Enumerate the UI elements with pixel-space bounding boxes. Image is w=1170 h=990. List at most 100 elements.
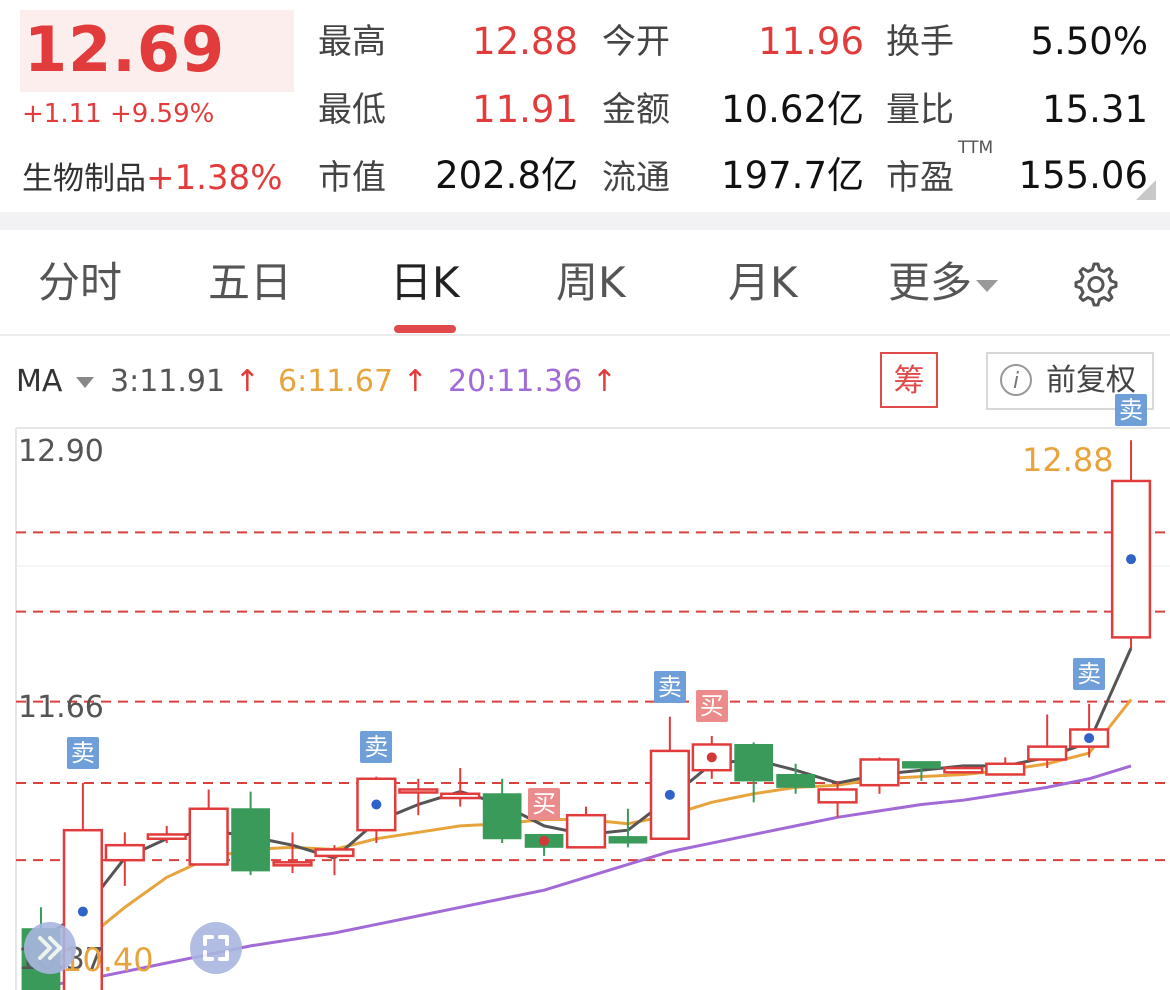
candle-body-up <box>649 749 690 841</box>
candle-body-up <box>104 843 145 862</box>
ma3-up-arrow-icon: ↑ <box>234 364 260 399</box>
sell-signal-dot <box>664 789 675 800</box>
sector-link[interactable]: 生物制品+1.38% <box>22 158 283 199</box>
quote-header: 12.69 +1.11 +9.59% 生物制品+1.38% 最高 12.88 今… <box>0 0 1170 212</box>
chevron-down-icon <box>976 279 999 292</box>
tab-more-label: 更多 <box>888 258 973 307</box>
stat-value-high: 12.88 <box>472 20 578 63</box>
ma-legend-bar: MA 3:11.91 ↑ 6:11.67 ↑ 20:11.36 ↑ 筹 i 前复… <box>0 350 1170 414</box>
stat-value-amount: 10.62亿 <box>721 88 864 131</box>
stat-label-open: 今开 <box>602 22 670 62</box>
ma3-line <box>40 647 1133 941</box>
ma6-up-arrow-icon: ↑ <box>402 364 428 399</box>
ma6-text: 6:11.67 <box>278 364 394 399</box>
candle-body-up <box>356 777 397 832</box>
stat-value-market-cap: 202.8亿 <box>435 154 578 197</box>
ma3-text: 3:11.91 <box>110 364 226 399</box>
gear-icon[interactable] <box>1068 258 1120 310</box>
candle-body-up <box>1027 745 1068 761</box>
sell-signal-dot <box>371 799 382 810</box>
candle-body-down <box>902 761 941 769</box>
tab-monthly-k[interactable]: 月K <box>728 256 798 310</box>
stat-label-volume-ratio: 量比 <box>886 90 954 130</box>
candle-body-up <box>565 813 607 849</box>
buy-signal-dot <box>539 835 550 846</box>
candle-body-up <box>1068 728 1110 748</box>
tab-five-day[interactable]: 五日 <box>208 256 292 310</box>
chip-distribution-button[interactable]: 筹 <box>880 352 938 408</box>
buy-signal-dot <box>706 752 717 763</box>
axis-mid-label: 11.66 <box>18 690 104 725</box>
candle-body-down <box>608 836 648 844</box>
expand-corner-icon[interactable] <box>1136 180 1156 200</box>
stat-value-open: 11.96 <box>758 20 864 63</box>
candle-body-up <box>817 788 858 804</box>
candle-body-up <box>146 833 187 841</box>
change-amount: +1.11 <box>22 99 102 129</box>
stat-value-volume-ratio: 15.31 <box>1042 88 1148 131</box>
candle-body-down <box>482 793 522 840</box>
sector-change: +1.38% <box>146 158 283 198</box>
candle-body-down <box>776 773 815 788</box>
ma20-text: 20:11.36 <box>448 364 583 399</box>
ma20-up-arrow-icon: ↑ <box>591 364 617 399</box>
stat-value-pe: 155.06 <box>1018 154 1148 197</box>
stat-value-low: 11.91 <box>472 88 578 131</box>
section-divider <box>0 212 1170 230</box>
caret-down-icon <box>75 377 94 388</box>
candle-body-down <box>734 743 774 782</box>
change-percent: +9.59% <box>109 99 215 129</box>
candle-body-up <box>188 807 229 866</box>
ma20-value: 20:11.36 ↑ <box>448 362 617 402</box>
period-high-label: 12.88 <box>1022 441 1114 479</box>
sector-name: 生物制品 <box>22 161 146 197</box>
stat-label-amount: 金额 <box>602 90 670 130</box>
candle-body-up <box>859 758 900 787</box>
info-icon: i <box>1000 364 1032 396</box>
sell-signal-tag[interactable]: 卖 <box>360 730 393 763</box>
candle-body-down <box>231 808 270 872</box>
tab-more[interactable]: 更多 <box>888 256 999 310</box>
stat-label-turnover: 换手 <box>886 22 954 62</box>
pe-ttm-superscript: TTM <box>958 138 994 158</box>
stat-label-float-cap: 流通 <box>602 158 670 198</box>
ma-label: MA <box>16 364 63 399</box>
tab-intraday[interactable]: 分时 <box>38 256 122 310</box>
candle-body-up <box>943 766 984 774</box>
sell-signal-dot <box>1084 733 1095 744</box>
sell-signal-tag[interactable]: 卖 <box>1115 394 1148 427</box>
stat-value-float-cap: 197.7亿 <box>721 154 864 197</box>
stat-label-low: 最低 <box>318 90 386 130</box>
stat-label-pe: 市盈 <box>886 158 954 198</box>
current-price: 12.69 <box>24 13 226 86</box>
ma-selector[interactable]: MA <box>16 362 94 402</box>
sell-signal-tag[interactable]: 卖 <box>653 670 686 703</box>
buy-signal-tag[interactable]: 买 <box>695 689 728 722</box>
buy-signal-tag[interactable]: 买 <box>528 788 561 821</box>
stat-label-market-cap: 市值 <box>318 158 386 198</box>
candle-body-up <box>314 848 355 858</box>
candle-body-up <box>1110 479 1152 639</box>
candle-body-up <box>440 792 481 800</box>
tab-weekly-k[interactable]: 周K <box>556 256 626 310</box>
candle-body-up <box>985 762 1026 776</box>
period-tab-bar: 分时 五日 日K 周K 月K 更多 <box>0 230 1170 336</box>
stat-label-high: 最高 <box>318 22 386 62</box>
sell-signal-tag[interactable]: 卖 <box>1073 657 1106 690</box>
axis-max-label: 12.90 <box>18 434 104 469</box>
expand-sidebar-button[interactable] <box>24 922 76 974</box>
tab-daily-k[interactable]: 日K <box>390 256 460 310</box>
fullscreen-icon <box>203 935 229 961</box>
ma3-value: 3:11.91 ↑ <box>110 362 260 402</box>
fullscreen-button[interactable] <box>190 922 242 974</box>
candle-body-up <box>398 788 439 794</box>
active-tab-indicator <box>394 325 456 333</box>
candle-body-up <box>691 743 732 772</box>
candle-body-down <box>524 833 564 848</box>
candle-body-up <box>272 861 313 867</box>
stat-value-turnover: 5.50% <box>1030 20 1148 63</box>
price-change: +1.11 +9.59% <box>22 98 214 130</box>
sell-signal-dot <box>77 906 88 917</box>
sell-signal-tag[interactable]: 卖 <box>66 737 99 770</box>
ma6-value: 6:11.67 ↑ <box>278 362 428 402</box>
